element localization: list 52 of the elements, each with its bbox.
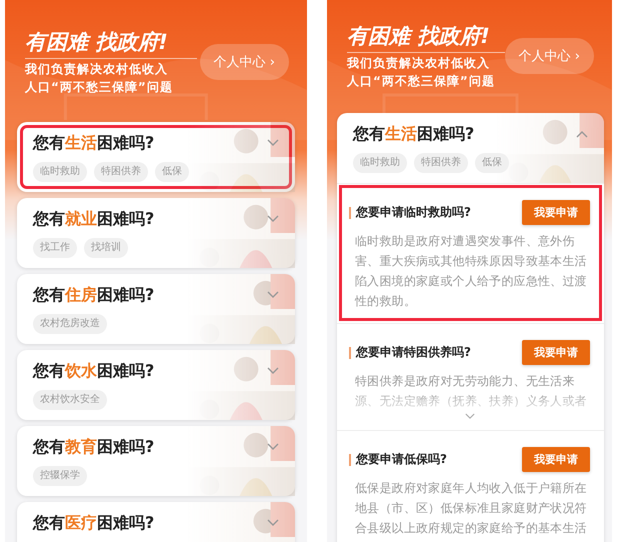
- item-question: 您要申请临时救助吗?: [356, 204, 472, 221]
- service-tag[interactable]: 临时救助: [353, 153, 407, 173]
- page-subtitle: 人口“两不愁三保障”问题: [347, 73, 496, 89]
- category-card[interactable]: 您有生活困难吗? 临时救助 特困供养 低保: [17, 122, 295, 192]
- item-description: 低保是政府对家庭年人均收入低于户籍所在地县（市、区）低保标准且家庭财产状况符合县级以上政府规定的家庭给予的基本生活: [354, 480, 588, 537]
- service-tag[interactable]: 农村危房改造: [33, 314, 107, 334]
- accent-bar: [349, 206, 351, 218]
- page-subtitle: 我们负责解决农村低收入: [347, 55, 491, 71]
- apply-button[interactable]: 我要申请: [522, 200, 590, 225]
- category-card[interactable]: 您有医疗困难吗?: [17, 502, 295, 542]
- service-tag[interactable]: 特困供养: [94, 162, 148, 182]
- service-tag[interactable]: 找工作: [33, 238, 77, 258]
- page-title: 有困难 找政府!: [25, 28, 197, 59]
- chevron-up-icon[interactable]: [576, 130, 588, 138]
- service-tag[interactable]: 临时救助: [33, 162, 87, 182]
- category-title: 您有生活困难吗?: [33, 132, 154, 154]
- category-card[interactable]: 您有教育困难吗? 控辍保学: [17, 426, 295, 496]
- category-card[interactable]: 您有饮水困难吗? 农村饮水安全: [17, 350, 295, 420]
- profile-button[interactable]: 个人中心 ›: [504, 38, 594, 74]
- page-subtitle: 人口“两不愁三保障”问题: [25, 79, 174, 95]
- profile-button[interactable]: 个人中心 ›: [200, 44, 289, 80]
- category-card[interactable]: 您有就业困难吗? 找工作 找培训: [17, 198, 295, 268]
- item-description: 特困供养是政府对无劳动能力、无生活来源、无法定赡养（抚养、扶养）义务人或者: [354, 373, 588, 410]
- item-question: 您要申请低保吗?: [356, 451, 448, 468]
- category-title: 您有医疗困难吗?: [33, 512, 154, 534]
- service-tag[interactable]: 低保: [475, 153, 509, 173]
- item-question: 您要申请特困供养吗?: [356, 344, 472, 361]
- chevron-down-icon[interactable]: [267, 139, 279, 147]
- service-tag[interactable]: 低保: [155, 162, 189, 182]
- category-title: 您有教育困难吗?: [33, 436, 154, 458]
- accent-bar: [349, 454, 351, 466]
- category-card[interactable]: 您有住房困难吗? 农村危房改造: [17, 274, 295, 344]
- category-title: 您有就业困难吗?: [33, 208, 154, 230]
- page-title: 有困难 找政府!: [347, 22, 505, 53]
- category-title: 您有生活困难吗?: [353, 123, 474, 145]
- page-subtitle: 我们负责解决农村低收入: [25, 61, 169, 77]
- chevron-down-icon[interactable]: [267, 367, 279, 375]
- apply-button[interactable]: 我要申请: [522, 340, 590, 365]
- apply-button[interactable]: 我要申请: [522, 447, 590, 472]
- service-tag[interactable]: 农村饮水安全: [33, 390, 107, 410]
- chevron-down-icon[interactable]: [267, 215, 279, 223]
- chevron-down-icon[interactable]: [267, 291, 279, 299]
- chevron-down-icon[interactable]: [464, 413, 474, 420]
- item-description: 临时救助是政府对遭遇突发事件、意外伤害、重大疾病或其他特殊原因导致基本生活陷入困境的家庭或个人给予的应急性、过渡性的救助。: [354, 233, 588, 310]
- service-tag[interactable]: 找培训: [84, 238, 128, 258]
- chevron-down-icon[interactable]: [267, 443, 279, 451]
- service-tag[interactable]: 控辍保学: [33, 466, 87, 486]
- category-title: 您有住房困难吗?: [33, 284, 154, 306]
- service-tag[interactable]: 特困供养: [414, 153, 468, 173]
- chevron-down-icon[interactable]: [267, 519, 279, 527]
- category-title: 您有饮水困难吗?: [33, 360, 154, 382]
- accent-bar: [349, 346, 351, 358]
